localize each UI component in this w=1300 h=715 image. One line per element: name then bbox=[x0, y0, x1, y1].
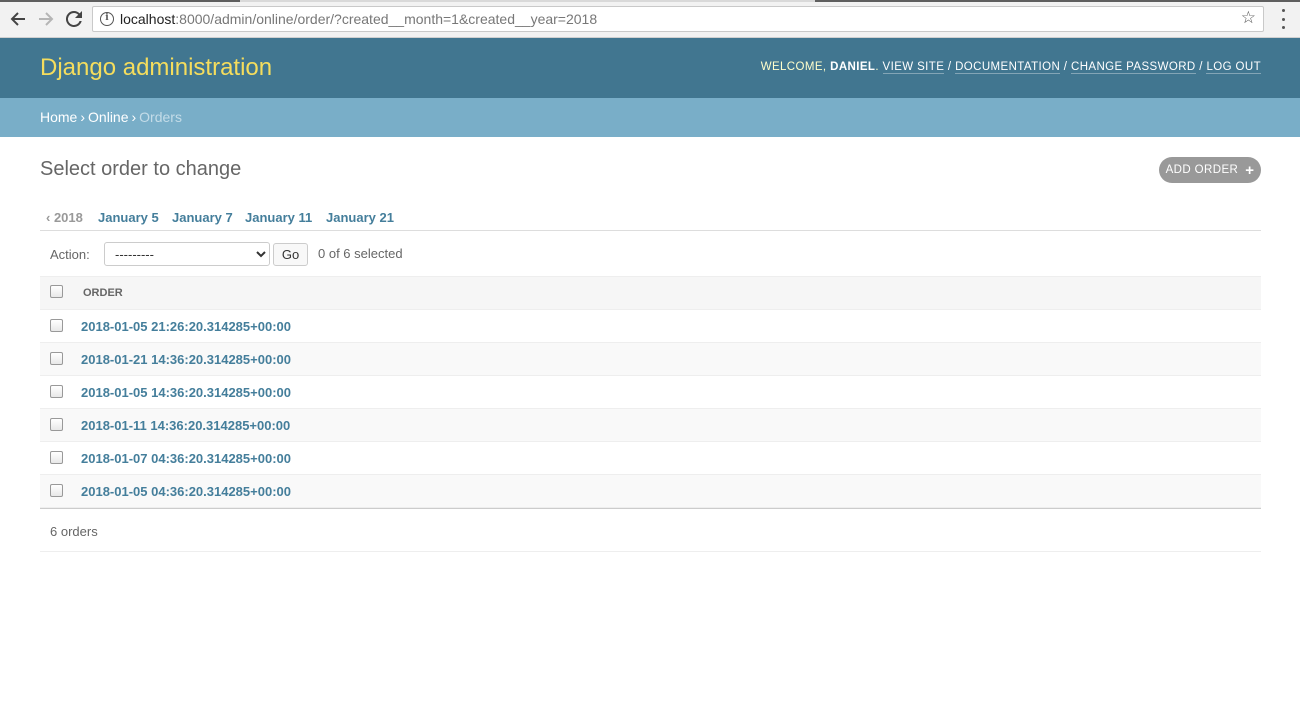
result-list: Order 2018-01-05 21:26:20.314285+00:00 2… bbox=[40, 276, 1261, 508]
row-checkbox[interactable] bbox=[50, 450, 63, 464]
change-password-link[interactable]: Change password bbox=[1070, 61, 1196, 74]
username: Daniel bbox=[830, 61, 876, 73]
actions-bar: Action: --------- Go 0 of 6 selected bbox=[40, 238, 1261, 276]
table-row: 2018-01-11 14:36:20.314285+00:00 bbox=[40, 408, 1261, 442]
order-link[interactable]: 2018-01-05 04:36:20.314285+00:00 bbox=[81, 484, 291, 499]
column-header-order[interactable]: Order bbox=[81, 276, 1261, 310]
order-link[interactable]: 2018-01-07 04:36:20.314285+00:00 bbox=[81, 451, 291, 466]
order-link[interactable]: 2018-01-05 14:36:20.314285+00:00 bbox=[81, 385, 291, 400]
info-icon[interactable]: i bbox=[100, 12, 114, 26]
tab-strip-edge bbox=[0, 0, 1300, 2]
date-link-january-5[interactable]: January 5 bbox=[98, 210, 159, 225]
select-all-checkbox[interactable] bbox=[50, 284, 63, 298]
address-bar[interactable]: i localhost:8000/admin/online/order/?cre… bbox=[92, 6, 1264, 32]
date-link-january-7[interactable]: January 7 bbox=[172, 210, 233, 225]
bookmark-star-icon[interactable]: ☆ bbox=[1241, 8, 1256, 28]
table-row: 2018-01-05 14:36:20.314285+00:00 bbox=[40, 375, 1261, 409]
order-link[interactable]: 2018-01-11 14:36:20.314285+00:00 bbox=[81, 418, 290, 433]
go-button[interactable]: Go bbox=[273, 243, 308, 266]
action-select[interactable]: --------- bbox=[104, 242, 270, 266]
breadcrumb: Home › Online › Orders bbox=[0, 98, 1300, 137]
table-row: 2018-01-07 04:36:20.314285+00:00 bbox=[40, 441, 1261, 475]
breadcrumb-current: Orders bbox=[139, 109, 182, 125]
table-row: 2018-01-21 14:36:20.314285+00:00 bbox=[40, 342, 1261, 376]
date-link-january-11[interactable]: January 11 bbox=[245, 210, 312, 225]
browser-toolbar: i localhost:8000/admin/online/order/?cre… bbox=[0, 0, 1300, 38]
site-header: Django administration Welcome, Daniel. V… bbox=[0, 38, 1300, 98]
order-link[interactable]: 2018-01-21 14:36:20.314285+00:00 bbox=[81, 352, 291, 367]
add-order-label: Add order bbox=[1165, 164, 1239, 176]
add-order-button[interactable]: Add order + bbox=[1159, 157, 1261, 183]
action-label: Action: bbox=[50, 247, 90, 262]
row-checkbox[interactable] bbox=[50, 417, 63, 431]
date-hierarchy-back-link[interactable]: ‹ 2018 bbox=[46, 210, 83, 225]
breadcrumb-online[interactable]: Online bbox=[88, 109, 128, 125]
row-checkbox[interactable] bbox=[50, 351, 63, 365]
welcome-text: Welcome, bbox=[760, 61, 831, 73]
paginator: 6 orders bbox=[40, 508, 1261, 552]
user-tools: Welcome, Daniel. View site / Documentati… bbox=[760, 61, 1261, 74]
order-link[interactable]: 2018-01-05 21:26:20.314285+00:00 bbox=[81, 319, 291, 334]
browser-menu-icon[interactable] bbox=[1276, 9, 1290, 29]
back-arrow-icon[interactable] bbox=[7, 8, 29, 30]
selection-counter: 0 of 6 selected bbox=[318, 246, 403, 261]
reload-icon[interactable] bbox=[63, 8, 85, 30]
row-checkbox[interactable] bbox=[50, 384, 63, 398]
page-title: Select order to change bbox=[40, 158, 242, 180]
address-url[interactable]: localhost:8000/admin/online/order/?creat… bbox=[120, 11, 597, 27]
log-out-link[interactable]: Log out bbox=[1206, 61, 1261, 74]
select-all-cell bbox=[40, 276, 81, 310]
site-branding[interactable]: Django administration bbox=[40, 54, 272, 82]
breadcrumb-home[interactable]: Home bbox=[40, 109, 77, 125]
table-row: 2018-01-05 04:36:20.314285+00:00 bbox=[40, 474, 1261, 508]
date-hierarchy: ‹ 2018 January 5 January 7 January 11 Ja… bbox=[40, 208, 1261, 231]
view-site-link[interactable]: View site bbox=[882, 61, 945, 74]
table-row: 2018-01-05 21:26:20.314285+00:00 bbox=[40, 309, 1261, 343]
forward-arrow-icon[interactable] bbox=[35, 8, 57, 30]
date-link-january-21[interactable]: January 21 bbox=[326, 210, 394, 225]
documentation-link[interactable]: Documentation bbox=[955, 61, 1061, 74]
plus-icon: + bbox=[1245, 161, 1255, 179]
row-checkbox[interactable] bbox=[50, 318, 63, 332]
row-checkbox[interactable] bbox=[50, 483, 63, 497]
